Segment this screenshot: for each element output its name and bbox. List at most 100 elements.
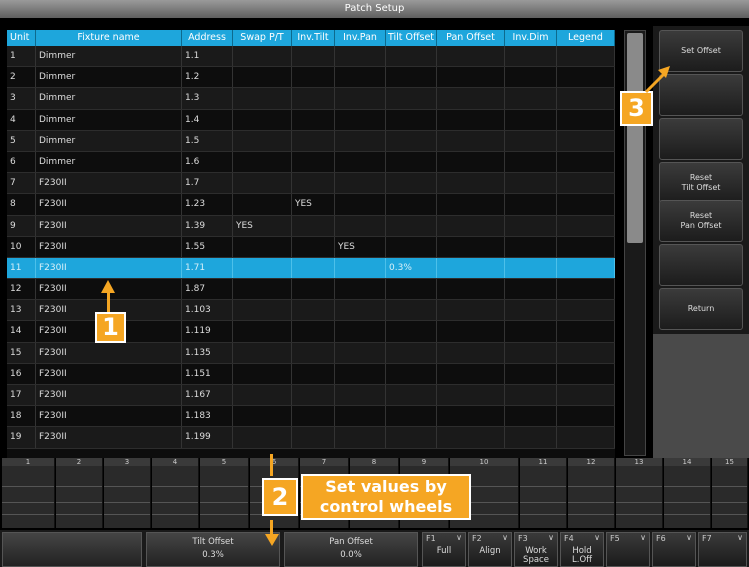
table-cell[interactable] (335, 342, 386, 363)
table-cell[interactable] (557, 321, 615, 342)
table-cell[interactable] (437, 130, 505, 151)
table-cell[interactable] (557, 385, 615, 406)
wheel-cell[interactable]: 15 (712, 458, 748, 528)
table-cell[interactable] (335, 88, 386, 109)
table-cell[interactable] (233, 109, 292, 130)
table-cell[interactable] (335, 321, 386, 342)
table-cell[interactable] (557, 194, 615, 215)
table-cell[interactable] (233, 385, 292, 406)
table-cell[interactable] (505, 363, 557, 384)
table-cell[interactable] (386, 151, 437, 173)
table-row[interactable]: 7 F230II 1.7 (7, 173, 615, 195)
table-cell[interactable] (292, 321, 335, 342)
table-cell[interactable]: F230II (36, 215, 182, 236)
fkey-5[interactable]: F5 ∨ (606, 532, 650, 567)
table-cell[interactable]: 13 (7, 300, 36, 321)
table-cell[interactable] (335, 46, 386, 67)
table-cell[interactable] (557, 427, 615, 448)
table-row[interactable]: 1 Dimmer 1.1 (7, 46, 615, 68)
table-cell[interactable] (292, 151, 335, 173)
table-cell[interactable] (386, 194, 437, 215)
table-row[interactable]: 9 F230II 1.39 YES (7, 215, 615, 237)
reset-pan-offset-button[interactable]: Reset Pan Offset (659, 200, 743, 242)
table-cell[interactable] (292, 406, 335, 427)
table-cell[interactable] (292, 46, 335, 67)
table-cell[interactable] (386, 300, 437, 321)
table-cell[interactable]: 12 (7, 279, 36, 300)
table-cell[interactable] (292, 300, 335, 321)
table-cell[interactable] (386, 88, 437, 109)
table-cell[interactable] (437, 88, 505, 109)
table-cell[interactable] (557, 257, 615, 279)
table-cell[interactable]: Dimmer (36, 130, 182, 151)
table-cell[interactable] (386, 321, 437, 342)
column-header[interactable]: Pan Offset (437, 30, 505, 46)
table-cell[interactable] (557, 109, 615, 130)
table-cell[interactable] (233, 279, 292, 300)
return-button[interactable]: Return (659, 288, 743, 330)
wheel-cell[interactable]: 4 (152, 458, 199, 528)
table-cell[interactable] (335, 257, 386, 279)
table-cell[interactable] (335, 130, 386, 151)
table-cell[interactable] (233, 427, 292, 448)
table-row[interactable]: 15 F230II 1.135 (7, 342, 615, 364)
table-cell[interactable] (292, 67, 335, 88)
table-cell[interactable] (505, 194, 557, 215)
table-cell[interactable] (505, 236, 557, 257)
table-cell[interactable] (386, 385, 437, 406)
table-cell[interactable] (335, 67, 386, 88)
table-cell[interactable] (386, 427, 437, 448)
table-cell[interactable] (386, 67, 437, 88)
table-cell[interactable]: 15 (7, 342, 36, 363)
column-header[interactable]: Tilt Offset (386, 30, 437, 46)
side-button-3[interactable] (659, 118, 743, 160)
table-cell[interactable] (437, 300, 505, 321)
table-cell[interactable] (437, 427, 505, 448)
table-cell[interactable] (437, 342, 505, 363)
table-cell[interactable]: 10 (7, 236, 36, 257)
table-cell[interactable] (335, 300, 386, 321)
table-cell[interactable] (335, 427, 386, 448)
column-header[interactable]: Legend (557, 30, 615, 46)
table-cell[interactable] (386, 363, 437, 384)
table-cell[interactable] (386, 215, 437, 236)
table-cell[interactable] (292, 363, 335, 384)
table-cell[interactable] (233, 236, 292, 257)
table-cell[interactable] (292, 215, 335, 236)
table-cell[interactable]: F230II (36, 385, 182, 406)
table-row[interactable]: 8 F230II 1.23 YES (7, 194, 615, 216)
table-cell[interactable]: 1.3 (182, 88, 233, 109)
table-cell[interactable]: 4 (7, 109, 36, 130)
table-cell[interactable]: 1.2 (182, 67, 233, 88)
column-header[interactable]: Inv.Tilt (292, 30, 335, 46)
tilt-offset-display[interactable]: Tilt Offset 0.3% (146, 532, 280, 567)
fkey-3[interactable]: F3 ∨ Work Space (514, 532, 558, 567)
table-row[interactable]: 4 Dimmer 1.4 (7, 109, 615, 131)
table-cell[interactable] (437, 236, 505, 257)
fkey-6[interactable]: F6 ∨ (652, 532, 696, 567)
table-cell[interactable] (292, 236, 335, 257)
table-cell[interactable] (505, 427, 557, 448)
table-cell[interactable] (557, 236, 615, 257)
table-cell[interactable]: Dimmer (36, 46, 182, 67)
table-cell[interactable] (292, 88, 335, 109)
wheel-cell[interactable]: 12 (568, 458, 615, 528)
table-cell[interactable] (335, 385, 386, 406)
table-row[interactable]: 5 Dimmer 1.5 (7, 130, 615, 152)
table-cell[interactable] (233, 46, 292, 67)
table-cell[interactable] (292, 385, 335, 406)
table-cell[interactable]: F230II (36, 427, 182, 448)
table-cell[interactable] (292, 427, 335, 448)
table-cell[interactable]: 1.151 (182, 363, 233, 384)
table-cell[interactable]: 1.4 (182, 109, 233, 130)
table-cell[interactable]: 9 (7, 215, 36, 236)
table-cell[interactable]: 1.87 (182, 279, 233, 300)
table-cell[interactable] (437, 363, 505, 384)
side-button-6[interactable] (659, 244, 743, 286)
column-header[interactable]: Address (182, 30, 233, 46)
table-cell[interactable] (292, 109, 335, 130)
table-cell[interactable]: F230II (36, 406, 182, 427)
table-cell[interactable]: 2 (7, 67, 36, 88)
table-cell[interactable] (437, 215, 505, 236)
table-cell[interactable]: F230II (36, 363, 182, 384)
